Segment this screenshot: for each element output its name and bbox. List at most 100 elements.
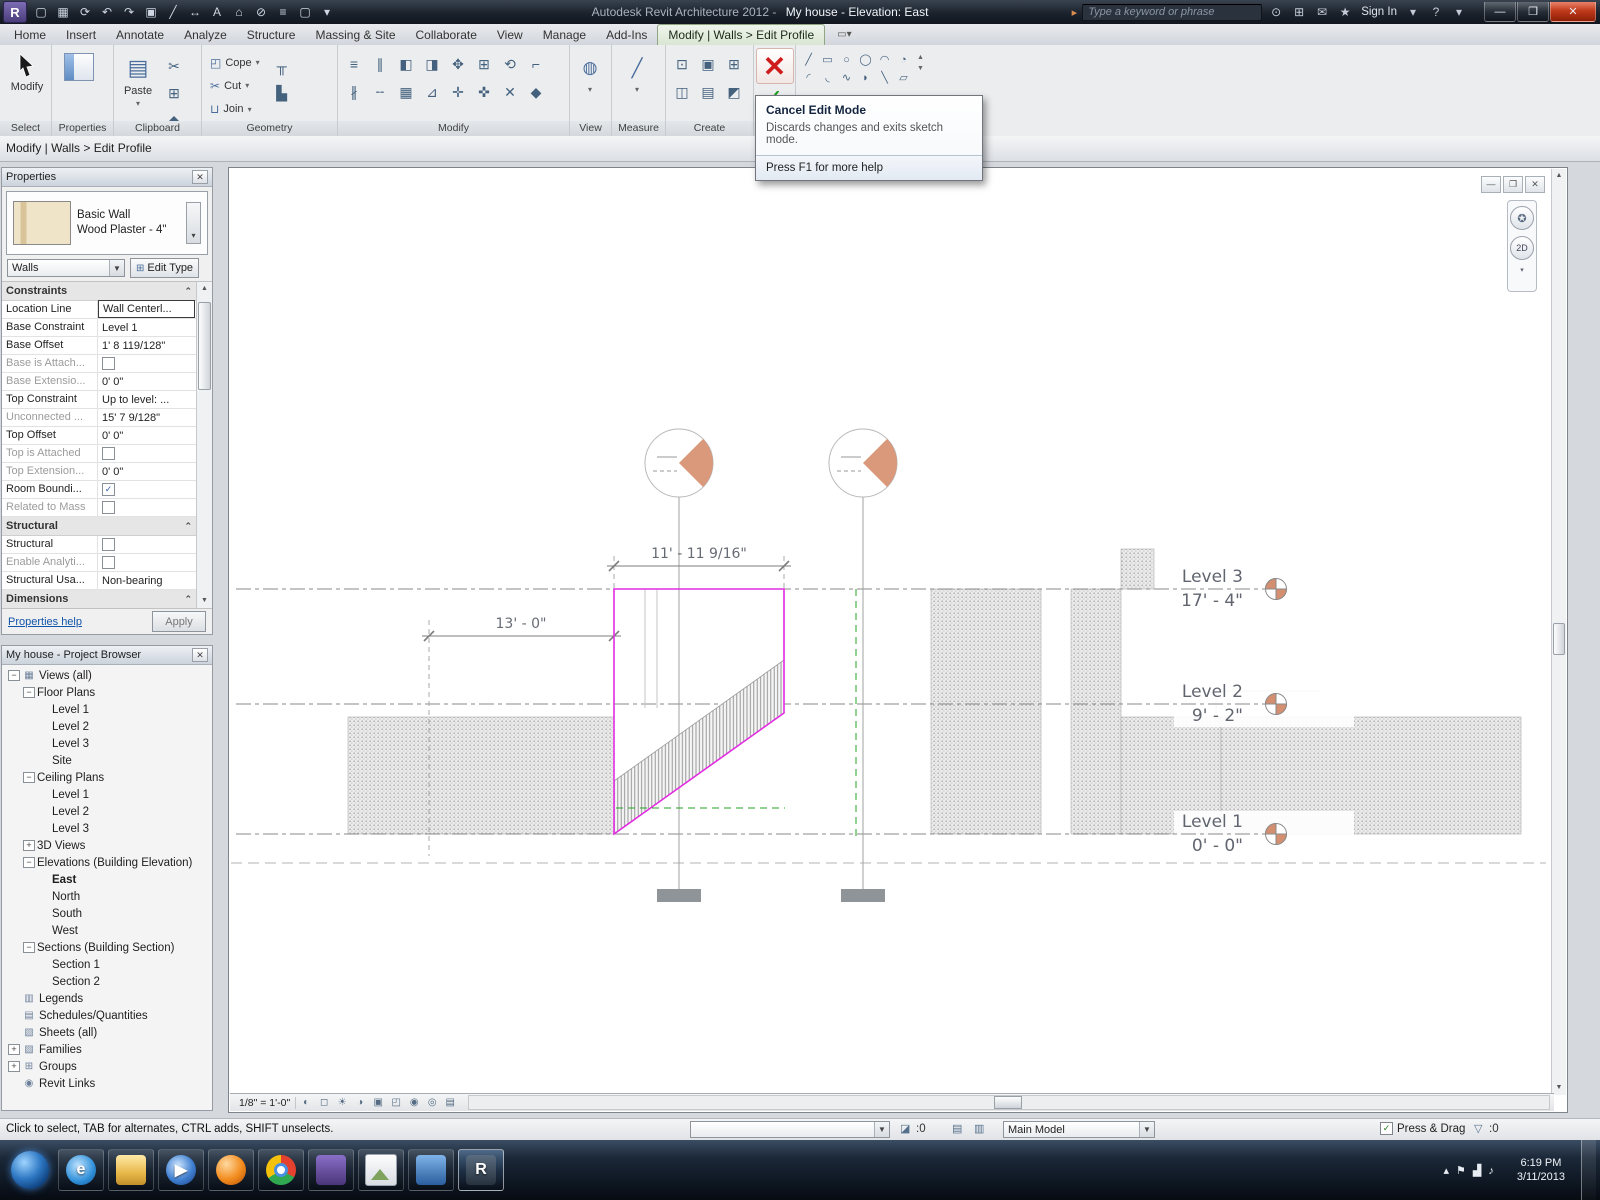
default-3d-view-icon[interactable]: ⌂ [229, 3, 249, 21]
viewcube-2d-icon[interactable]: 2D [1510, 236, 1534, 260]
search-icon[interactable]: ⊙ [1267, 5, 1285, 19]
tab-structure[interactable]: Structure [237, 25, 306, 45]
browser-item-level-1[interactable]: Level 1 [2, 786, 212, 803]
infocenter-search-input[interactable] [1082, 3, 1263, 21]
split-element-icon[interactable]: ∦ [342, 80, 366, 104]
browser-item-sheets-all-[interactable]: ▧ Sheets (all) [2, 1024, 212, 1041]
scroll-up-icon[interactable]: ▲ [1556, 169, 1563, 183]
browser-item-north[interactable]: North [2, 888, 212, 905]
volume-tray-icon[interactable]: ♪ [1488, 1165, 1494, 1177]
elevation-marker-right[interactable] [828, 428, 898, 498]
level-2-name[interactable]: Level 2 [1182, 682, 1243, 702]
drawing-canvas[interactable]: 11' - 11 9/16" 13' - 0" Level 3 17' - 4"… [229, 168, 1554, 1095]
section-header[interactable]: Constraints ⌃ [2, 282, 196, 301]
expand-icon[interactable]: + [8, 1044, 20, 1055]
scroll-up-icon[interactable]: ▲ [201, 282, 208, 296]
property-value[interactable]: Up to level: ... [98, 391, 196, 408]
panel-label-geometry[interactable]: Geometry [202, 121, 337, 136]
tab-massing-site[interactable]: Massing & Site [305, 25, 405, 45]
property-value[interactable] [98, 445, 196, 462]
photo-viewer-taskbar-button[interactable] [358, 1149, 404, 1191]
project-browser-close-icon[interactable]: ✕ [192, 648, 208, 662]
create-similar-icon[interactable]: ▣ [696, 52, 720, 76]
level-3-elevation[interactable]: 17' - 4" [1181, 591, 1243, 611]
infocenter-expand-icon[interactable]: ▸ [1072, 6, 1078, 19]
level-3-name[interactable]: Level 3 [1182, 567, 1243, 587]
tangent-arc-icon[interactable]: ◜ [800, 70, 817, 85]
show-hidden-icons-button[interactable]: ▴ [1444, 1165, 1450, 1177]
start-button[interactable] [6, 1146, 54, 1194]
subscription-center-icon[interactable]: ⊞ [1290, 5, 1308, 19]
beam-join-icon[interactable]: ╥ [270, 54, 294, 78]
browser-item-floor-plans[interactable]: − Floor Plans [2, 684, 212, 701]
edit-type-button[interactable]: ⊞ Edit Type [130, 258, 200, 278]
split-with-gap-icon[interactable]: ╌ [368, 80, 392, 104]
tab-add-ins[interactable]: Add-Ins [596, 25, 657, 45]
section-icon[interactable]: ⊘ [251, 3, 271, 21]
property-value[interactable] [98, 355, 196, 372]
type-selector[interactable]: Basic Wall Wood Plaster - 4" ▾ [6, 191, 208, 255]
circle-icon[interactable]: ◯ [857, 52, 874, 67]
level-1-elevation[interactable]: 0' - 0" [1192, 836, 1243, 856]
dimension-top[interactable] [607, 560, 791, 572]
horizontal-scrollbar[interactable] [468, 1095, 1550, 1110]
property-value[interactable]: 0' 0" [98, 427, 196, 444]
chrome-taskbar-button[interactable] [258, 1149, 304, 1191]
checkbox-checked-icon[interactable]: ✓ [102, 483, 115, 496]
checkbox-icon[interactable] [102, 447, 115, 460]
show-desktop-button[interactable] [1581, 1140, 1596, 1200]
crop-view-icon[interactable]: ▣ [370, 1096, 386, 1110]
property-value[interactable]: ✓ [98, 481, 196, 498]
partial-ellipse-icon[interactable]: ◗ [857, 70, 874, 85]
thin-lines-icon[interactable]: ≡ [273, 3, 293, 21]
section-header[interactable]: Structural ⌃ [2, 517, 196, 536]
tab-view[interactable]: View [487, 25, 533, 45]
collapse-icon[interactable]: − [23, 772, 35, 783]
paste-dropdown-icon[interactable]: ▾ [136, 99, 140, 108]
network-tray-icon[interactable]: ▟ [1473, 1165, 1481, 1177]
property-value[interactable]: 15' 7 9/128" [98, 409, 196, 426]
view-close-icon[interactable]: ✕ [1525, 176, 1545, 193]
firefox-taskbar-button[interactable] [208, 1149, 254, 1191]
scroll-down-icon[interactable]: ▼ [201, 594, 208, 608]
create-schedule-icon[interactable]: ▤ [696, 80, 720, 104]
modify-tool-button[interactable]: Modify [4, 48, 50, 118]
section-header[interactable]: Dimensions ⌃ [2, 590, 196, 608]
close-button[interactable]: ✕ [1550, 2, 1596, 22]
browser-item-legends[interactable]: ▥ Legends [2, 990, 212, 1007]
revit-taskbar-button[interactable]: R [458, 1149, 504, 1191]
property-value[interactable]: 0' 0" [98, 373, 196, 390]
vertical-scrollbar[interactable]: ▲ ▼ [1551, 169, 1566, 1095]
view-restore-icon[interactable]: ❐ [1503, 176, 1523, 193]
panel-label-select[interactable]: Select [0, 121, 51, 136]
browser-item-ceiling-plans[interactable]: − Ceiling Plans [2, 769, 212, 786]
panel-label-modify[interactable]: Modify [338, 121, 569, 136]
browser-item-level-1[interactable]: Level 1 [2, 701, 212, 718]
chevron-down-icon[interactable]: ▼ [874, 1122, 889, 1137]
collapse-icon[interactable]: − [23, 942, 35, 953]
browser-item-section-2[interactable]: Section 2 [2, 973, 212, 990]
property-value[interactable]: Wall Centerl... [98, 300, 195, 318]
sync-icon[interactable]: ⟳ [75, 3, 95, 21]
worksharing-monitor-icon[interactable]: ▥ [974, 1122, 984, 1135]
copy-icon[interactable]: ⊞ [162, 81, 186, 105]
property-value[interactable] [98, 499, 196, 516]
worksharing-request-icon[interactable]: ▤ [952, 1122, 962, 1135]
browser-item-elevations-building-elevation-[interactable]: − Elevations (Building Elevation) [2, 854, 212, 871]
visual-style-icon[interactable]: ◻ [316, 1096, 332, 1110]
chevron-down-icon[interactable]: ▼ [109, 260, 124, 276]
browser-item-level-2[interactable]: Level 2 [2, 803, 212, 820]
save-icon[interactable]: ▦ [53, 3, 73, 21]
mirror-pick-axis-icon[interactable]: ◧ [394, 52, 418, 76]
revit-app-button[interactable]: R [3, 1, 27, 23]
level-1-name[interactable]: Level 1 [1182, 812, 1243, 832]
design-options-dropdown[interactable]: Main Model ▼ [1003, 1121, 1155, 1138]
vertical-scroll-thumb[interactable] [1553, 623, 1565, 655]
redo-icon[interactable]: ↷ [119, 3, 139, 21]
pick-walls-icon[interactable]: ▱ [895, 70, 912, 85]
category-filter-dropdown[interactable]: Walls ▼ [7, 259, 125, 277]
pick-lines-icon[interactable]: ╲ [876, 70, 893, 85]
draw-scroll-up-icon[interactable]: ▲ [917, 54, 924, 61]
properties-scrollbar[interactable]: ▲ ▼ [196, 282, 212, 608]
chevron-down-icon[interactable]: ▼ [1139, 1122, 1154, 1137]
